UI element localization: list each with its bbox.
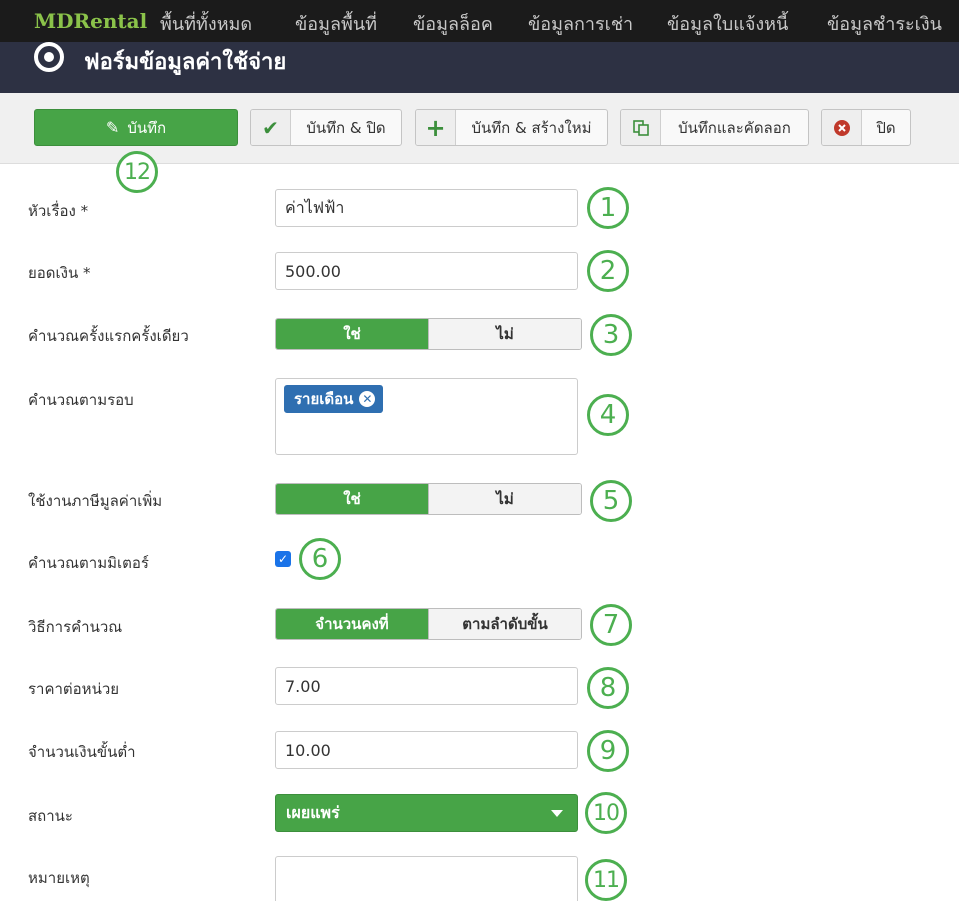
annotation-marker: 8 — [587, 667, 629, 709]
nav-item-all-areas[interactable]: พื้นที่ทั้งหมด — [160, 9, 252, 38]
save-copy-button[interactable]: บันทึกและคัดลอก — [620, 109, 809, 146]
note-textarea[interactable] — [275, 856, 578, 901]
first-time-toggle: ใช่ ไม่ — [275, 318, 582, 350]
save-button[interactable]: ✎ บันทึก — [34, 109, 238, 146]
vat-toggle: ใช่ ไม่ — [275, 483, 582, 515]
amount-label: ยอดเงิน * — [28, 264, 91, 282]
page-header: ฟอร์มข้อมูลค่าใช้จ่าย — [0, 42, 959, 93]
meter-label: คำนวณตามมิเตอร์ — [28, 554, 149, 572]
nav-item-payments[interactable]: ข้อมูลชำระเงิน — [827, 9, 942, 38]
unit-price-label: ราคาต่อหน่วย — [28, 680, 120, 698]
vat-no[interactable]: ไม่ — [428, 484, 581, 514]
annotation-marker: 3 — [590, 314, 632, 356]
caret-down-icon — [551, 810, 563, 817]
plus-icon: + — [416, 110, 456, 145]
copy-icon — [621, 110, 661, 145]
first-time-label: คำนวณครั้งแรกครั้งเดียว — [28, 327, 189, 345]
annotation-marker: 12 — [116, 151, 158, 193]
annotation-marker: 2 — [587, 250, 629, 292]
cancel-icon — [822, 110, 862, 145]
period-tag: รายเดือน ✕ — [284, 385, 384, 413]
method-tiered[interactable]: ตามลำดับขั้น — [428, 609, 581, 639]
period-label: คำนวณตามรอบ — [28, 391, 134, 409]
save-close-button[interactable]: ✔ บันทึก & ปิด — [250, 109, 402, 146]
status-select[interactable]: เผยแพร่ — [275, 794, 578, 832]
nav-item-invoices[interactable]: ข้อมูลใบแจ้งหนี้ — [667, 9, 788, 38]
page-title: ฟอร์มข้อมูลค่าใช้จ่าย — [84, 50, 287, 75]
top-navbar: MDRental พื้นที่ทั้งหมด ข้อมูลพื้นที่ ข้… — [0, 0, 959, 42]
remove-tag-icon[interactable]: ✕ — [359, 391, 376, 407]
period-multiselect[interactable]: รายเดือน ✕ — [275, 378, 578, 455]
annotation-marker: 4 — [587, 394, 629, 436]
annotation-marker: 7 — [590, 604, 632, 646]
save-new-button[interactable]: + บันทึก & สร้างใหม่ — [415, 109, 608, 146]
annotation-marker: 6 — [299, 538, 341, 580]
annotation-marker: 9 — [587, 730, 629, 772]
check-icon: ✔ — [251, 110, 291, 145]
method-label: วิธีการคำนวณ — [28, 618, 123, 636]
first-time-yes[interactable]: ใช่ — [276, 319, 428, 349]
close-button[interactable]: ปิด — [821, 109, 911, 146]
nav-item-areas[interactable]: ข้อมูลพื้นที่ — [295, 9, 377, 38]
radio-circle-icon — [34, 42, 64, 72]
status-label: สถานะ — [28, 807, 73, 825]
title-input[interactable] — [275, 189, 578, 227]
nav-item-rentals[interactable]: ข้อมูลการเช่า — [528, 9, 633, 38]
edit-icon: ✎ — [105, 118, 120, 137]
method-toggle: จำนวนคงที่ ตามลำดับขั้น — [275, 608, 582, 640]
minimum-input[interactable] — [275, 731, 578, 769]
annotation-marker: 5 — [590, 480, 632, 522]
note-label: หมายเหตุ — [28, 869, 90, 887]
unit-price-input[interactable] — [275, 667, 578, 705]
first-time-no[interactable]: ไม่ — [428, 319, 581, 349]
meter-checkbox[interactable]: ✓ — [275, 551, 291, 567]
title-label: หัวเรื่อง * — [28, 202, 89, 220]
brand-logo[interactable]: MDRental — [34, 9, 147, 33]
vat-label: ใช้งานภาษีมูลค่าเพิ่ม — [28, 492, 163, 510]
minimum-label: จำนวนเงินขั้นต่ำ — [28, 743, 136, 761]
amount-input[interactable] — [275, 252, 578, 290]
annotation-marker: 1 — [587, 187, 629, 229]
annotation-marker: 11 — [585, 859, 627, 901]
vat-yes[interactable]: ใช่ — [276, 484, 428, 514]
nav-item-locks[interactable]: ข้อมูลล็อค — [413, 9, 493, 38]
annotation-marker: 10 — [585, 792, 627, 834]
method-fixed[interactable]: จำนวนคงที่ — [276, 609, 428, 639]
